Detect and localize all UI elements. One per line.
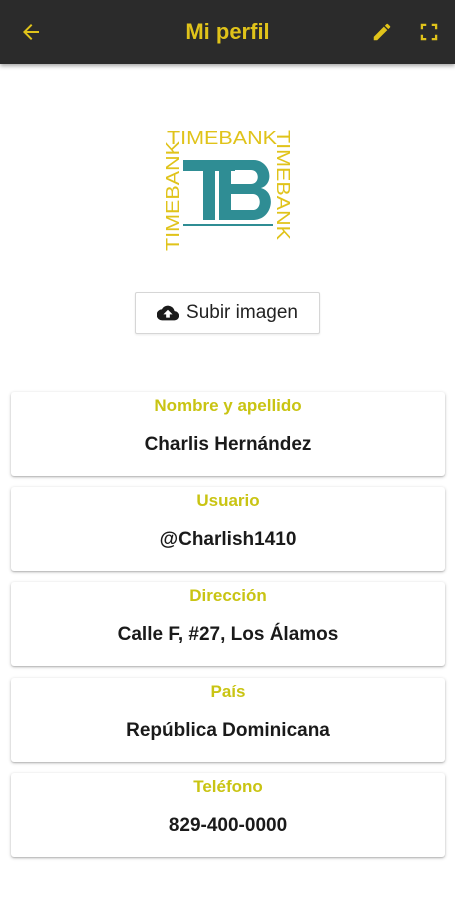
field-value: @Charlish1410 [159, 529, 297, 550]
field-card-country: País República Dominicana [11, 678, 445, 762]
fullscreen-icon[interactable] [415, 18, 443, 46]
field-label: Dirección [189, 586, 267, 605]
field-value: República Dominicana [126, 720, 330, 741]
field-value: 829-400-0000 [168, 815, 288, 836]
app-bar: Mi perfil [0, 0, 455, 64]
field-card-address: Dirección Calle F, #27, Los Álamos [11, 582, 445, 666]
field-value: Charlis Hernández [144, 434, 312, 455]
edit-pencil-icon[interactable] [368, 18, 396, 46]
svg-text:TIMEBANK: TIMEBANK [163, 141, 183, 251]
field-card-name: Nombre y apellido Charlis Hernández [11, 392, 445, 476]
field-card-phone: Teléfono 829-400-0000 [11, 773, 445, 857]
upload-image-label: Subir imagen [186, 302, 298, 323]
field-value: Calle F, #27, Los Álamos [117, 624, 339, 645]
svg-text:TIMEBANK: TIMEBANK [273, 130, 293, 240]
cloud-upload-icon [157, 305, 180, 321]
timebank-logo: TIMEBANK TIMEBANK TIMEBANK TIMEBANK [161, 0, 294, 257]
field-card-username: Usuario @Charlish1410 [11, 487, 445, 571]
svg-text:TIMEBANK: TIMEBANK [167, 128, 277, 148]
field-label: Nombre y apellido [154, 396, 302, 415]
upload-image-button[interactable]: Subir imagen [135, 292, 320, 334]
field-label: Teléfono [193, 777, 263, 796]
field-label: País [210, 682, 246, 701]
field-label: Usuario [196, 491, 260, 510]
